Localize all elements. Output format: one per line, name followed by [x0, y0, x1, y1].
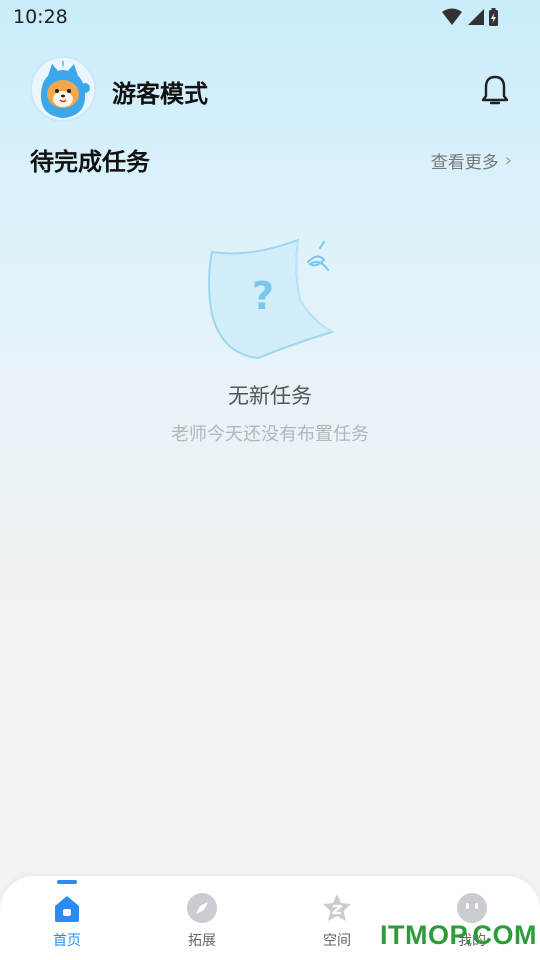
tab-explore-label: 拓展 [188, 933, 216, 949]
battery-charging-icon [489, 8, 498, 26]
avatar[interactable] [30, 56, 96, 122]
header: 游客模式 [30, 56, 510, 128]
tab-home[interactable]: 首页 [17, 876, 117, 960]
tab-space[interactable]: 空间 [287, 876, 387, 960]
star-icon [321, 892, 353, 924]
signal-icon [468, 9, 484, 25]
chevron-right-icon: › [504, 150, 512, 171]
tab-explore[interactable]: 拓展 [152, 876, 252, 960]
status-time: 10:28 [13, 6, 68, 28]
empty-state-subtitle: 老师今天还没有布置任务 [171, 424, 369, 445]
shiba-mascot-avatar-icon [32, 58, 94, 120]
compass-icon [186, 892, 218, 924]
empty-state-title: 无新任务 [228, 384, 312, 408]
section-title: 待完成任务 [30, 148, 150, 176]
bell-icon[interactable] [480, 74, 510, 108]
active-tab-indicator [57, 880, 77, 884]
tab-space-label: 空间 [323, 933, 351, 949]
status-bar: 10:28 [0, 0, 540, 36]
status-icons [440, 8, 500, 28]
username: 游客模式 [112, 80, 208, 108]
svg-text:?: ? [252, 274, 274, 318]
view-more-label: 查看更多 [430, 153, 499, 173]
question-flag-icon: ? [200, 234, 340, 364]
home-icon [51, 892, 83, 924]
view-more-link[interactable]: 查看更多 › [431, 148, 512, 173]
tab-home-label: 首页 [53, 933, 81, 949]
watermark: ITMOP.COM [380, 920, 538, 950]
wifi-icon [442, 8, 462, 25]
